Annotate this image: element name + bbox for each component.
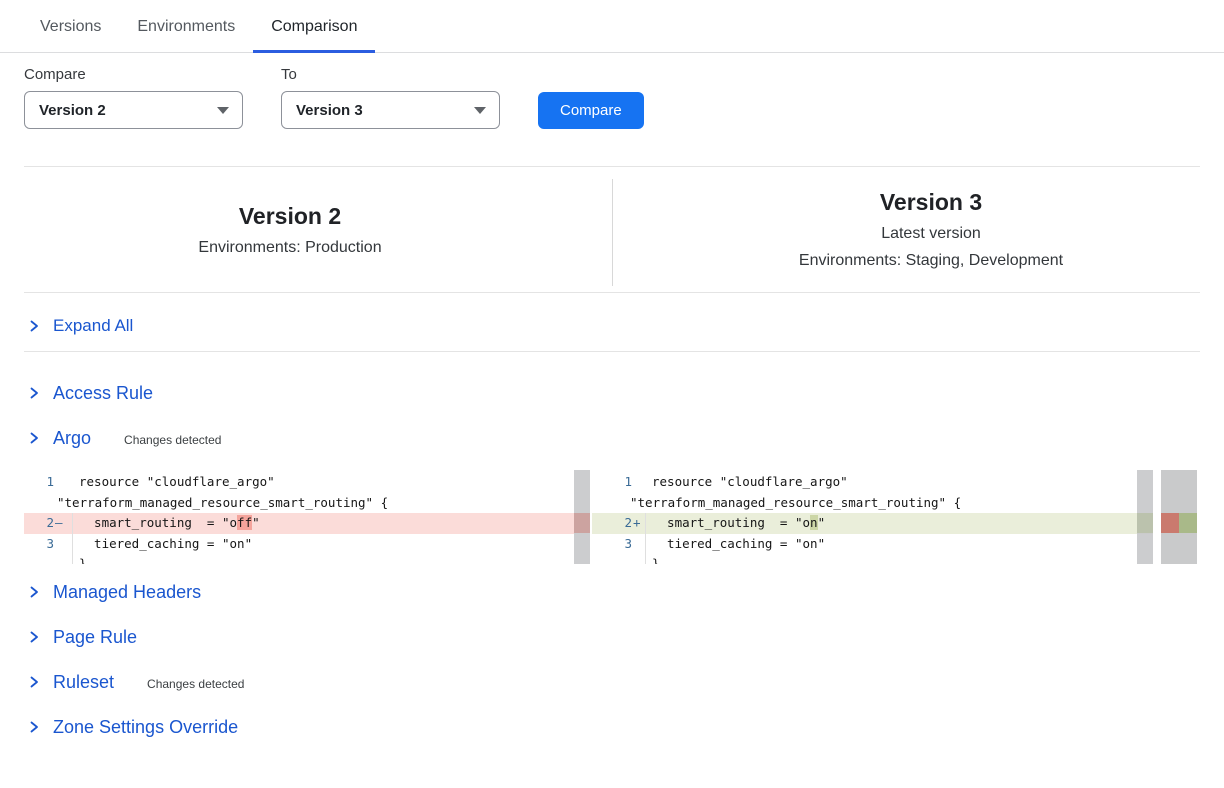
expand-all-label: Expand All: [53, 316, 133, 336]
tab-environments[interactable]: Environments: [119, 16, 253, 52]
argo-diff: 1resource "cloudflare_argo" "terraform_m…: [24, 470, 1200, 564]
version-left-environments: Environments: Production: [24, 239, 556, 257]
removed-scroll-mark: [574, 513, 590, 533]
section-page-rule[interactable]: Page Rule: [24, 624, 1200, 650]
section-title: Access Rule: [53, 383, 153, 404]
compare-version-value: Version 2: [39, 102, 106, 119]
section-argo[interactable]: Argo Changes detected: [24, 425, 1200, 451]
added-word-highlight: n: [810, 515, 818, 530]
compare-field: Compare Version 2: [24, 66, 243, 129]
chevron-right-icon: [28, 720, 40, 734]
to-version-value: Version 3: [296, 102, 363, 119]
version-headers: Version 2 Environments: Production Versi…: [24, 167, 1200, 293]
chevron-right-icon: [28, 386, 40, 400]
section-list: Access Rule Argo Changes detected 1resou…: [24, 380, 1200, 740]
section-managed-headers[interactable]: Managed Headers: [24, 579, 1200, 605]
code-line-added: 2+ smart_routing = "on": [592, 513, 1153, 534]
chevron-down-icon: [474, 107, 486, 114]
section-title: Managed Headers: [53, 582, 201, 603]
code-line: }: [592, 554, 1153, 564]
chevron-right-icon: [28, 585, 40, 599]
compare-form: Compare Version 2 To Version 3 Compare: [24, 66, 1200, 129]
chevron-right-icon: [28, 431, 40, 445]
chevron-down-icon: [217, 107, 229, 114]
minimap-change-mark: [1161, 513, 1197, 533]
version-right-title: Version 3: [662, 189, 1200, 216]
version-right-subtitle: Latest version: [662, 225, 1200, 243]
changes-detected-badge: Changes detected: [147, 674, 244, 691]
code-line: 1resource "cloudflare_argo": [24, 472, 574, 493]
code-line-wrap: "terraform_managed_resource_smart_routin…: [592, 493, 1153, 514]
compare-label: Compare: [24, 66, 243, 83]
chevron-right-icon: [28, 630, 40, 644]
section-ruleset[interactable]: Ruleset Changes detected: [24, 669, 1200, 695]
added-scroll-mark: [1137, 513, 1153, 533]
code-line: 3 tiered_caching = "on": [592, 534, 1153, 555]
compare-button[interactable]: Compare: [538, 92, 644, 129]
code-line: 1resource "cloudflare_argo": [592, 472, 1153, 493]
version-left-header: Version 2 Environments: Production: [24, 203, 612, 257]
changes-detected-badge: Changes detected: [124, 430, 221, 447]
removed-word-highlight: ff: [237, 515, 252, 530]
scrollbar[interactable]: [574, 470, 590, 564]
compare-version-select[interactable]: Version 2: [24, 91, 243, 129]
tab-bar: Versions Environments Comparison: [0, 0, 1224, 53]
section-access-rule[interactable]: Access Rule: [24, 380, 1200, 406]
to-version-select[interactable]: Version 3: [281, 91, 500, 129]
code-line: 3 tiered_caching = "on": [24, 534, 574, 555]
section-title: Zone Settings Override: [53, 717, 238, 738]
to-label: To: [281, 66, 500, 83]
code-line-wrap: "terraform_managed_resource_smart_routin…: [24, 493, 574, 514]
scrollbar[interactable]: [1137, 470, 1153, 564]
section-title: Ruleset: [53, 672, 114, 693]
section-title: Argo: [53, 428, 91, 449]
version-right-header: Version 3 Latest version Environments: S…: [612, 189, 1200, 270]
diff-pane-right: 1resource "cloudflare_argo" "terraform_m…: [592, 470, 1197, 564]
chevron-right-icon: [28, 319, 40, 333]
diff-minimap[interactable]: [1161, 470, 1197, 564]
section-zone-settings-override[interactable]: Zone Settings Override: [24, 714, 1200, 740]
to-field: To Version 3: [281, 66, 500, 129]
code-line-removed: 2– smart_routing = "off": [24, 513, 574, 534]
tab-versions[interactable]: Versions: [22, 16, 119, 52]
minimap-removed-mark: [1161, 513, 1179, 533]
divider: [612, 179, 613, 286]
version-left-title: Version 2: [24, 203, 556, 230]
tab-comparison[interactable]: Comparison: [253, 16, 375, 52]
diff-pane-left: 1resource "cloudflare_argo" "terraform_m…: [24, 470, 590, 564]
chevron-right-icon: [28, 675, 40, 689]
code-line: }: [24, 554, 574, 564]
version-right-environments: Environments: Staging, Development: [662, 252, 1200, 270]
expand-all-button[interactable]: Expand All: [24, 293, 1200, 352]
minimap-added-mark: [1179, 513, 1197, 533]
section-title: Page Rule: [53, 627, 137, 648]
